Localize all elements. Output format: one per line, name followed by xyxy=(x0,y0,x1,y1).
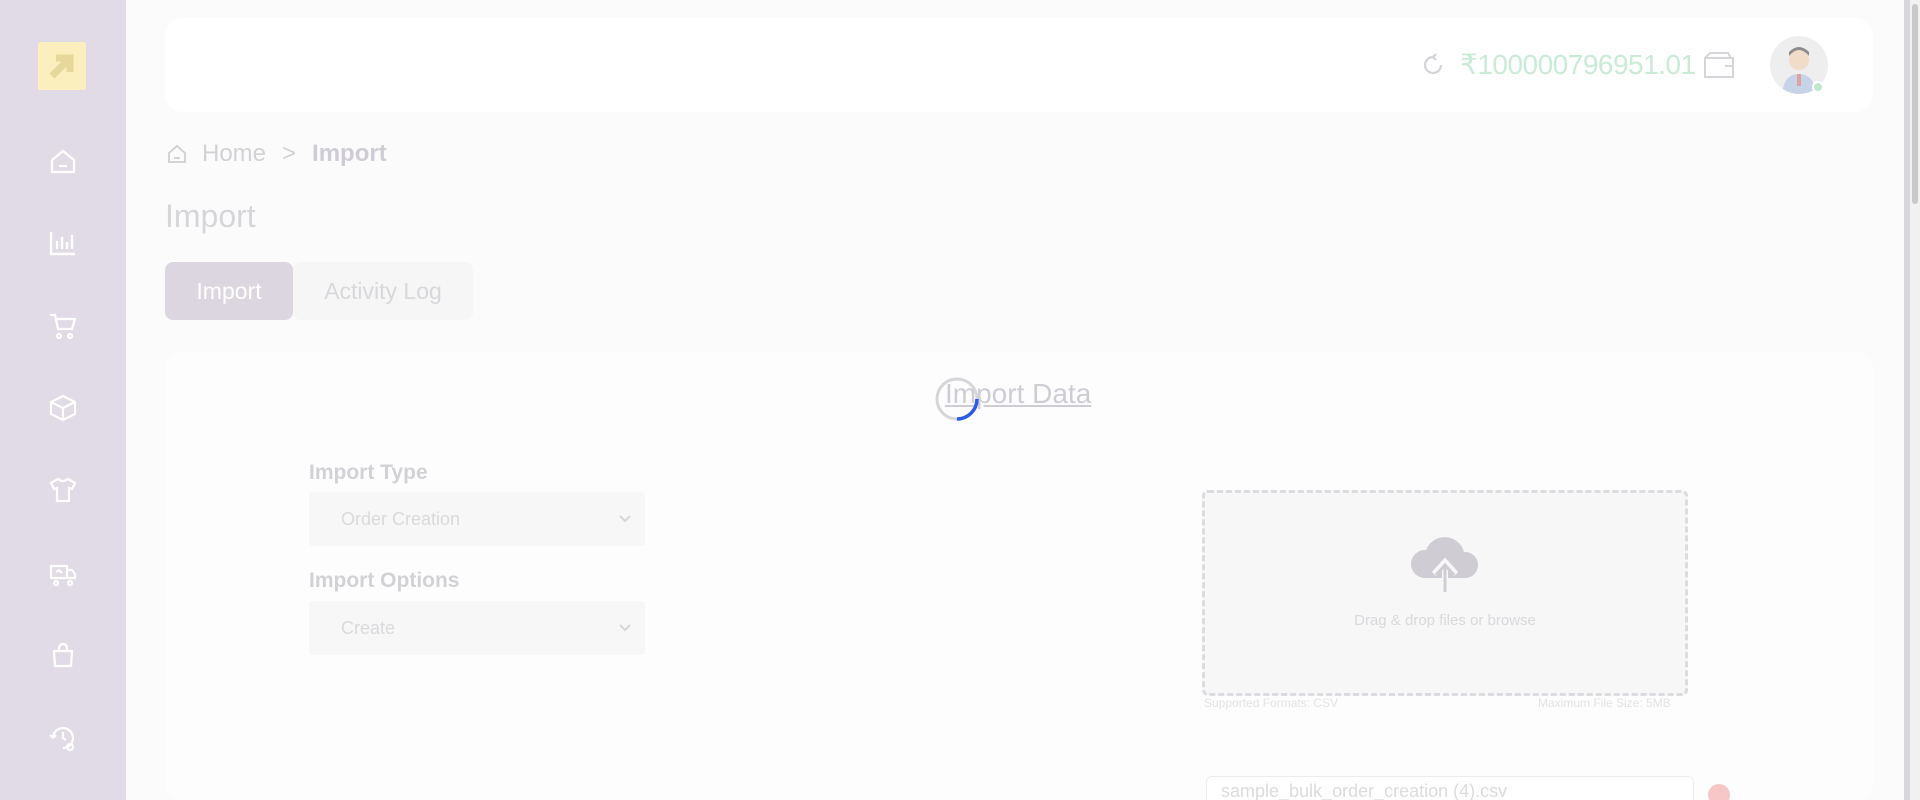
sidebar-item-settings[interactable] xyxy=(43,718,83,758)
chevron-down-icon xyxy=(619,515,631,523)
import-type-label: Import Type xyxy=(309,461,428,484)
breadcrumb-home-link[interactable]: Home xyxy=(202,140,266,168)
app-window: ₹100000796951.01 Home > Import Import Im… xyxy=(0,0,1920,800)
supported-formats: Supported Formats: CSV xyxy=(1204,696,1339,710)
import-type-value: Order Creation xyxy=(341,508,461,529)
tshirt-icon xyxy=(49,477,77,503)
tab-bar: Import Activity Log xyxy=(165,262,473,320)
page-title: Import xyxy=(165,198,256,234)
sidebar-item-shop[interactable] xyxy=(43,635,83,675)
import-type-select[interactable]: Order Creation xyxy=(309,492,645,546)
sidebar-item-shipping[interactable] xyxy=(43,553,83,593)
box-icon xyxy=(49,394,77,422)
import-options-value: Create xyxy=(341,617,396,638)
breadcrumb: Home > Import xyxy=(166,140,387,168)
online-status-indicator xyxy=(1812,81,1824,93)
breadcrumb-current: Import xyxy=(312,140,387,167)
bag-icon xyxy=(52,642,74,668)
sidebar-item-reports[interactable] xyxy=(43,223,83,263)
sidebar-item-products[interactable] xyxy=(43,470,83,510)
wallet-icon[interactable] xyxy=(1702,50,1736,80)
bar-chart-icon xyxy=(49,232,75,256)
chevron-down-icon xyxy=(619,624,631,632)
history-settings-icon xyxy=(49,726,75,752)
tab-import[interactable]: Import xyxy=(165,262,293,320)
uploaded-file-item: sample_bulk_order_creation (4).csv xyxy=(1206,776,1694,800)
logo-arrow-icon xyxy=(49,54,74,79)
sidebar-item-orders[interactable] xyxy=(43,305,83,345)
max-file-size: Maximum File Size: 5MB xyxy=(1538,696,1671,710)
truck-icon xyxy=(49,564,77,587)
cart-icon xyxy=(50,313,77,340)
home-icon xyxy=(50,149,76,174)
sidebar-item-inventory[interactable] xyxy=(43,388,83,428)
app-logo[interactable] xyxy=(38,42,86,90)
remove-file-icon[interactable] xyxy=(1708,784,1730,800)
loading-spinner-icon xyxy=(935,377,979,421)
scrollbar-thumb[interactable] xyxy=(1912,4,1918,204)
import-options-select[interactable]: Create xyxy=(309,601,645,655)
tab-activity-log[interactable]: Activity Log xyxy=(293,262,473,320)
dropzone-prompt[interactable]: Drag & drop files or browse xyxy=(1202,612,1688,629)
breadcrumb-home-icon xyxy=(168,144,186,163)
wallet-balance: ₹100000796951.01 xyxy=(1460,49,1696,80)
sidebar xyxy=(0,0,126,800)
refresh-icon[interactable] xyxy=(1420,52,1446,78)
breadcrumb-separator: > xyxy=(282,140,297,167)
import-options-label: Import Options xyxy=(309,569,460,592)
cloud-upload-icon xyxy=(1410,537,1479,592)
sidebar-item-home[interactable] xyxy=(43,141,83,181)
